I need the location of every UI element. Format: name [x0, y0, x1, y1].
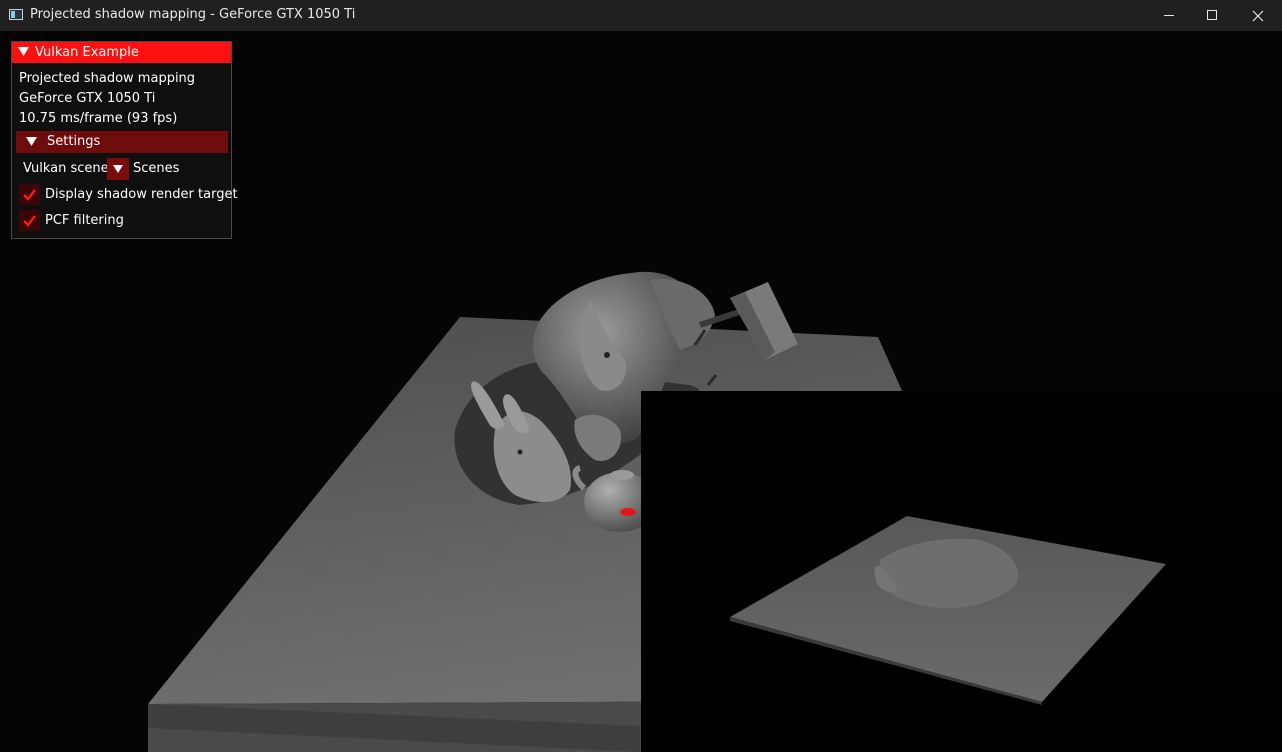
settings-header[interactable]: Settings: [16, 131, 228, 153]
maximize-button[interactable]: [1189, 0, 1235, 31]
maximize-icon: [1206, 10, 1217, 20]
checkmark-icon: [23, 189, 36, 201]
gpu-name-text: GeForce GTX 1050 Ti: [19, 91, 156, 106]
scene-combo-label: Scenes: [133, 161, 180, 176]
vulkan-example-overlay: Vulkan Example Projected shadow mapping …: [11, 41, 238, 239]
overlay-title: Vulkan Example: [35, 45, 139, 60]
pcf-filtering-checkbox[interactable]: [19, 210, 40, 231]
pcf-filtering-label: PCF filtering: [45, 213, 124, 228]
collapse-triangle-icon: [18, 47, 29, 56]
display-shadow-target-checkbox[interactable]: [19, 184, 40, 205]
overlay-header[interactable]: Vulkan Example: [12, 42, 231, 63]
window-title: Projected shadow mapping - GeForce GTX 1…: [30, 7, 356, 22]
title-bar[interactable]: Projected shadow mapping - GeForce GTX 1…: [0, 0, 1282, 31]
settings-label: Settings: [47, 134, 101, 149]
display-shadow-target-label: Display shadow render target: [45, 187, 238, 202]
frame-stats-text: 10.75 ms/frame (93 fps): [19, 111, 178, 126]
checkmark-icon: [23, 215, 36, 227]
settings-collapse-triangle-icon: [26, 137, 37, 146]
chevron-down-icon: [113, 165, 123, 173]
application-window: Projected shadow mapping - GeForce GTX 1…: [0, 0, 1282, 752]
scene-combo-value[interactable]: Vulkan scene: [23, 161, 109, 176]
minimize-button[interactable]: [1146, 0, 1192, 31]
scene-combo-dropdown-button[interactable]: [107, 158, 129, 180]
minimize-icon: [1163, 15, 1174, 16]
app-name-text: Projected shadow mapping: [19, 71, 196, 86]
close-button[interactable]: [1235, 0, 1281, 31]
close-icon: [1252, 10, 1264, 21]
app-window-icon: [9, 9, 23, 20]
